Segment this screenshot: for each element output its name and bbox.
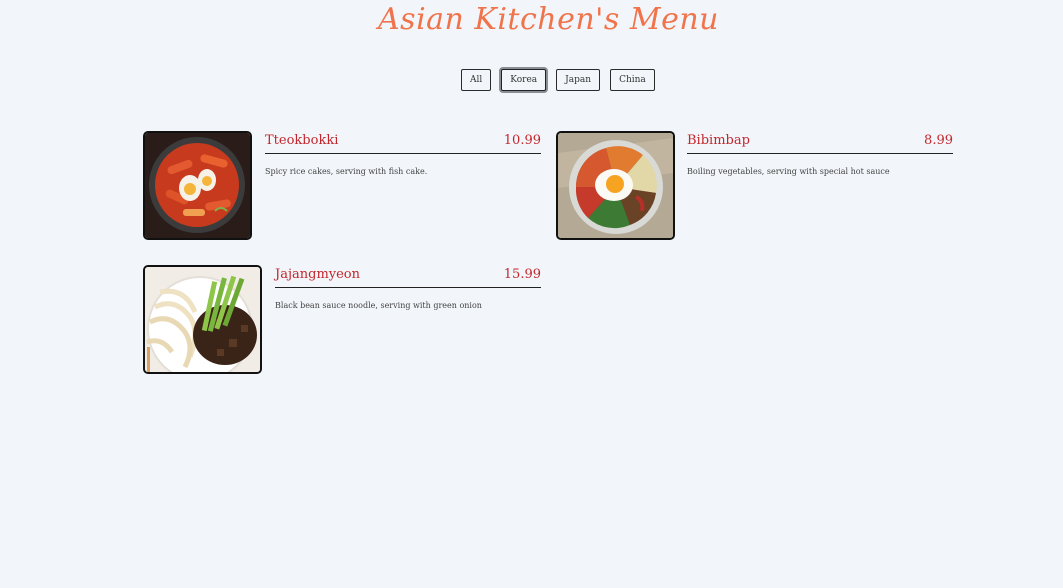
- item-price: 10.99: [503, 133, 541, 148]
- item-name: Bibimbap: [687, 133, 750, 148]
- item-info: Tteokbokki 10.99 Spicy rice cakes, servi…: [265, 131, 541, 176]
- menu-item-bibimbap: Bibimbap 8.99 Boiling vegetables, servin…: [556, 131, 953, 240]
- item-info: Bibimbap 8.99 Boiling vegetables, servin…: [687, 131, 953, 176]
- tteokbokki-image: [143, 131, 252, 240]
- jajangmyeon-image: [143, 265, 262, 374]
- bibimbap-image: [556, 131, 675, 240]
- item-description: Boiling vegetables, serving with special…: [687, 167, 890, 176]
- item-price: 15.99: [503, 267, 541, 282]
- item-name: Tteokbokki: [265, 133, 339, 148]
- menu-item-tteokbokki: Tteokbokki 10.99 Spicy rice cakes, servi…: [143, 131, 541, 240]
- filter-china-button[interactable]: China: [610, 69, 655, 91]
- item-header: Jajangmyeon 15.99: [275, 265, 541, 288]
- filter-japan-button[interactable]: Japan: [556, 69, 601, 91]
- item-price: 8.99: [924, 133, 953, 148]
- menu-item-jajangmyeon: Jajangmyeon 15.99 Black bean sauce noodl…: [143, 265, 541, 374]
- item-info: Jajangmyeon 15.99 Black bean sauce noodl…: [275, 265, 541, 310]
- filter-korea-button[interactable]: Korea: [501, 69, 547, 91]
- item-description: Black bean sauce noodle, serving with gr…: [275, 301, 482, 310]
- item-header: Tteokbokki 10.99: [265, 131, 541, 154]
- page-title: Asian Kitchen's Menu: [378, 2, 719, 37]
- item-name: Jajangmyeon: [275, 267, 361, 282]
- filter-all-button[interactable]: All: [461, 69, 492, 91]
- filter-bar: All Korea Japan China: [461, 69, 655, 91]
- item-description: Spicy rice cakes, serving with fish cake…: [265, 167, 428, 176]
- item-header: Bibimbap 8.99: [687, 131, 953, 154]
